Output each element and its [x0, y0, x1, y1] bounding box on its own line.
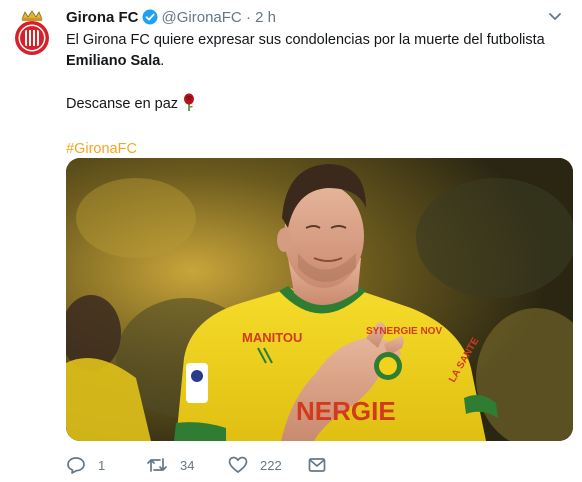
more-options-chevron-down-icon[interactable] — [546, 8, 564, 26]
rose-emoji-icon — [182, 93, 196, 118]
heart-icon — [228, 456, 248, 473]
avatar[interactable] — [12, 10, 52, 56]
tweet-photo[interactable]: MANITOU SYNERGIE NOV NERGIE LA SANTE — [66, 158, 573, 441]
tweet-line-2-tail: . — [160, 53, 165, 69]
sponsor-main-text: NERGIE — [296, 396, 396, 426]
tweet-text: El Girona FC quiere expresar sus condole… — [66, 30, 566, 160]
player-photo-image: MANITOU SYNERGIE NOV NERGIE LA SANTE — [66, 158, 573, 441]
girona-crest-icon — [15, 10, 49, 55]
mention-emiliano-sala: Emiliano Sala — [66, 53, 161, 69]
sponsor-shoulder-text: SYNERGIE NOV — [366, 326, 442, 337]
tweet-line-2: Emiliano Sala. — [66, 51, 566, 72]
retweet-count: 34 — [180, 457, 195, 473]
like-button[interactable]: 222 — [228, 454, 282, 476]
tweet-line-3: Descanse en paz — [66, 93, 566, 118]
tweet-card: Girona FC @GironaFC · 2 h El Girona FC qu… — [0, 0, 582, 482]
tweet-actions: 1 34 222 — [66, 454, 366, 476]
retweet-icon — [147, 458, 167, 472]
reply-count: 1 — [98, 457, 106, 473]
separator-dot: · — [245, 9, 251, 26]
envelope-icon — [308, 458, 326, 472]
retweet-button[interactable]: 34 — [146, 454, 194, 476]
reply-icon — [67, 457, 85, 474]
rest-in-peace-text: Descanse en paz — [66, 96, 179, 112]
handle[interactable]: @GironaFC — [162, 9, 242, 26]
timestamp[interactable]: 2 h — [255, 9, 276, 26]
like-count: 222 — [260, 457, 282, 473]
hashtag-link[interactable]: #GironaFC — [66, 139, 566, 160]
verified-badge-icon — [142, 9, 158, 30]
reply-button[interactable]: 1 — [66, 454, 105, 476]
tweet-line-1: El Girona FC quiere expresar sus condole… — [66, 32, 545, 48]
sponsor-chest-text: MANITOU — [242, 330, 302, 345]
display-name[interactable]: Girona FC — [66, 9, 139, 26]
direct-message-button[interactable] — [308, 454, 338, 476]
tweet-header: Girona FC @GironaFC · 2 h — [66, 9, 276, 30]
